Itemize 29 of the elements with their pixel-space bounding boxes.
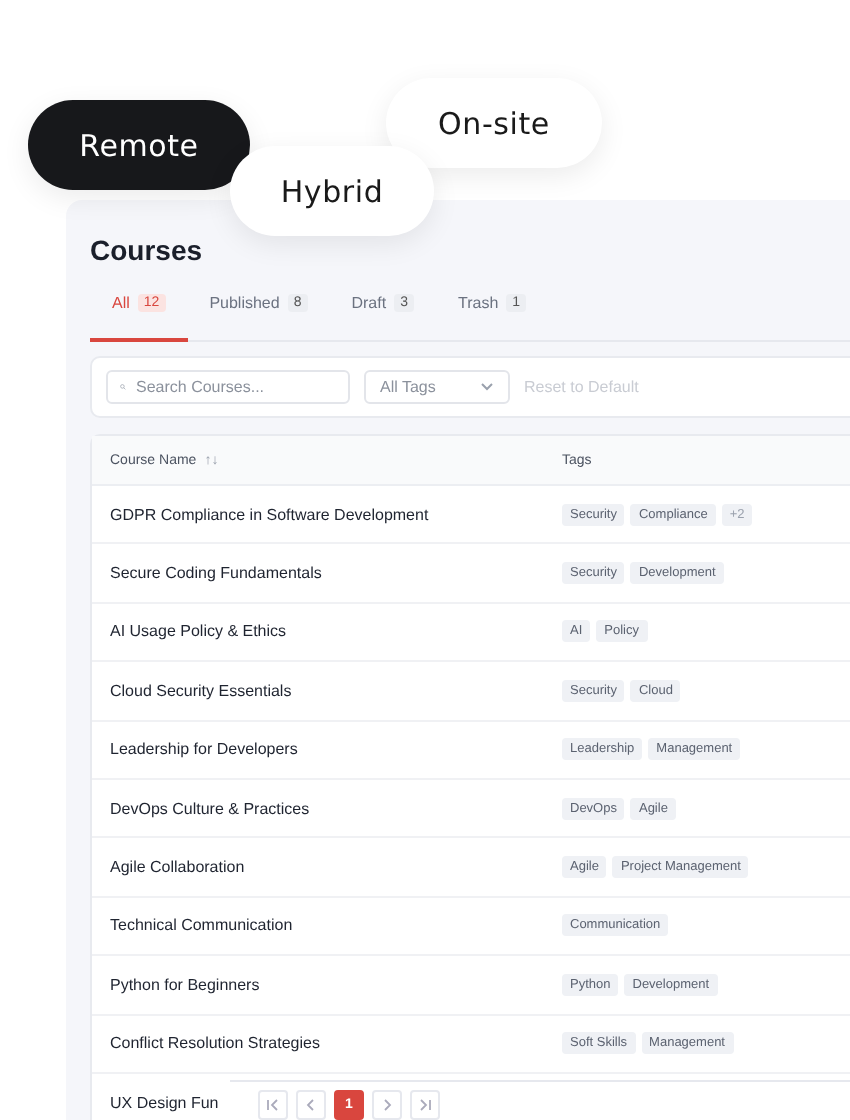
tab-label: All: [112, 294, 130, 312]
first-page-button[interactable]: [258, 1090, 288, 1120]
course-name[interactable]: Secure Coding Fundamentals: [110, 564, 322, 583]
work-mode-pill[interactable]: On-site: [386, 78, 602, 168]
course-name[interactable]: DevOps Culture & Practices: [110, 799, 310, 818]
tab-label: Published: [209, 294, 280, 312]
chevron-down-icon: [480, 382, 494, 392]
course-name[interactable]: GDPR Compliance in Software Development: [110, 505, 429, 524]
course-name[interactable]: Conflict Resolution Strategies: [110, 1034, 320, 1053]
last-page-button[interactable]: [410, 1090, 440, 1120]
course-name[interactable]: UX Design Fun: [110, 1093, 219, 1112]
last-page-icon: [418, 1098, 432, 1112]
work-mode-pill[interactable]: Hybrid: [230, 146, 434, 236]
course-name[interactable]: Python for Beginners: [110, 975, 260, 994]
page-title: Courses: [90, 234, 205, 266]
tab-label: Draft: [351, 294, 387, 312]
course-name[interactable]: Leadership for Developers: [110, 740, 298, 759]
course-name[interactable]: Agile Collaboration: [110, 858, 245, 877]
tab-label: Trash: [457, 294, 499, 312]
course-name[interactable]: AI Usage Policy & Ethics: [110, 622, 287, 641]
course-name[interactable]: Technical Communication: [110, 916, 293, 935]
first-page-icon: [266, 1098, 280, 1112]
work-mode-pill[interactable]: Remote: [28, 100, 250, 190]
course-name[interactable]: Cloud Security Essentials: [110, 681, 292, 700]
next-page-button[interactable]: [372, 1090, 402, 1120]
search-field[interactable]: Search Courses...: [106, 370, 350, 404]
prev-page-button[interactable]: [296, 1090, 326, 1120]
chevron-left-icon: [304, 1098, 318, 1112]
chevron-right-icon: [380, 1098, 394, 1112]
